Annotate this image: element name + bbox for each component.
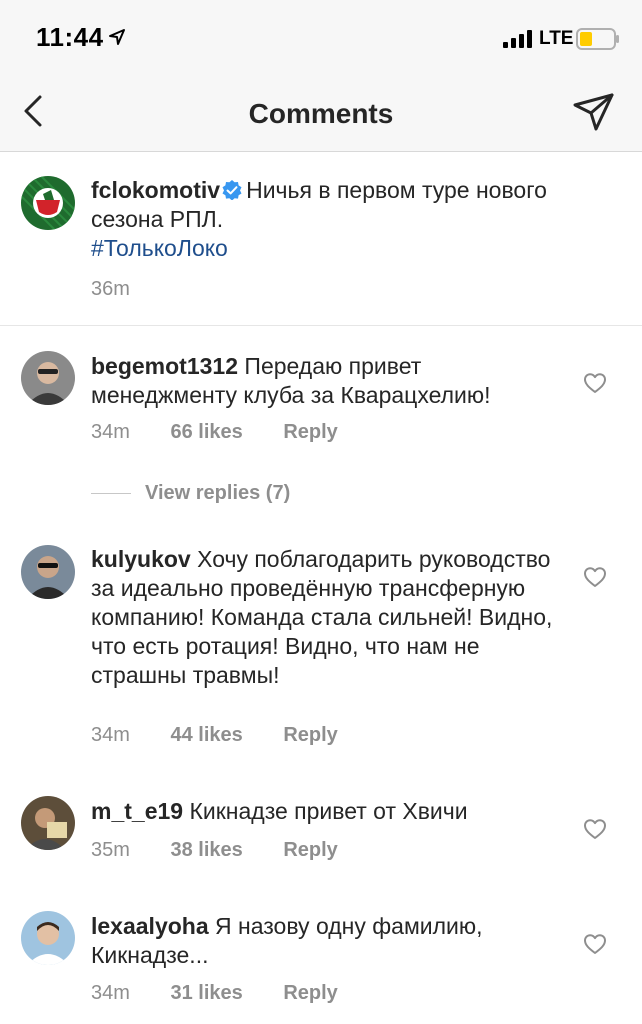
reply-button[interactable]: Reply bbox=[283, 839, 337, 861]
user-photo-icon bbox=[21, 545, 75, 599]
avatar-lexaalyoha[interactable] bbox=[21, 911, 75, 965]
heart-outline-icon[interactable] bbox=[583, 818, 607, 840]
comment-likes[interactable]: 38 likes bbox=[170, 839, 242, 861]
heart-outline-icon[interactable] bbox=[583, 372, 607, 394]
reply-button[interactable]: Reply bbox=[283, 421, 337, 443]
comment-timestamp: 34m bbox=[91, 724, 130, 746]
nav-bar: Comments bbox=[0, 80, 642, 152]
avatar-kulyukov[interactable] bbox=[21, 545, 75, 599]
comment-timestamp: 34m bbox=[91, 421, 130, 443]
comments-screen: 11:44 LTE Comments fclokomotiv Ничья в п… bbox=[0, 0, 642, 1024]
avatar-begemot1312[interactable] bbox=[21, 351, 75, 405]
comment-likes[interactable]: 31 likes bbox=[170, 982, 242, 1004]
user-photo-icon bbox=[21, 911, 75, 965]
heart-outline-icon[interactable] bbox=[583, 566, 607, 588]
comment-text-block: begemot1312 Передаю привет менеджменту к… bbox=[91, 352, 571, 410]
comment-username[interactable]: begemot1312 bbox=[91, 353, 238, 379]
post-caption: fclokomotiv Ничья в первом туре нового с… bbox=[0, 152, 642, 326]
verified-badge-icon bbox=[222, 180, 242, 200]
comment-timestamp: 34m bbox=[91, 982, 130, 1004]
comment-text-block: lexaalyoha Я назову одну фамилию, Кикнад… bbox=[91, 912, 571, 970]
caption-timestamp: 36m bbox=[91, 278, 130, 300]
user-photo-icon bbox=[21, 351, 75, 405]
comment-likes[interactable]: 66 likes bbox=[170, 421, 242, 443]
caption-meta: 36m bbox=[91, 278, 165, 301]
avatar-fclokomotiv[interactable] bbox=[21, 176, 75, 230]
status-bar: 11:44 LTE bbox=[0, 0, 642, 80]
comment-meta: 34m 66 likes Reply bbox=[91, 421, 373, 444]
paper-plane-icon[interactable] bbox=[572, 92, 616, 132]
lokomotiv-logo-icon bbox=[21, 176, 75, 230]
user-photo-icon bbox=[21, 796, 75, 850]
cellular-signal-icon bbox=[503, 30, 532, 48]
comment-username[interactable]: lexaalyoha bbox=[91, 913, 209, 939]
comment-meta: 35m 38 likes Reply bbox=[91, 839, 373, 862]
view-replies-label: View replies (7) bbox=[145, 482, 291, 504]
location-arrow-icon bbox=[109, 29, 125, 45]
comment-meta: 34m 44 likes Reply bbox=[91, 724, 373, 747]
status-time: 11:44 bbox=[36, 22, 104, 52]
comment-username[interactable]: m_t_e19 bbox=[91, 798, 183, 824]
replies-divider bbox=[91, 493, 131, 495]
comment-meta: 34m 31 likes Reply bbox=[91, 982, 373, 1005]
heart-outline-icon[interactable] bbox=[583, 933, 607, 955]
page-title: Comments bbox=[248, 98, 394, 129]
reply-button[interactable]: Reply bbox=[283, 982, 337, 1004]
comment-text-block: kulyukov Хочу поблагодарить руководство … bbox=[91, 545, 571, 690]
caption-text-block: fclokomotiv Ничья в первом туре нового с… bbox=[91, 176, 571, 263]
caption-username[interactable]: fclokomotiv bbox=[91, 177, 220, 203]
comment-text: Кикнадзе привет от Хвичи bbox=[189, 798, 468, 824]
network-label: LTE bbox=[539, 28, 574, 49]
caption-hashtag[interactable]: #ТолькоЛоко bbox=[91, 235, 228, 261]
view-replies-button[interactable]: View replies (7) bbox=[91, 482, 290, 505]
reply-button[interactable]: Reply bbox=[283, 724, 337, 746]
comment-text-block: m_t_e19 Кикнадзе привет от Хвичи bbox=[91, 797, 571, 826]
avatar-m_t_e19[interactable] bbox=[21, 796, 75, 850]
comment-likes[interactable]: 44 likes bbox=[170, 724, 242, 746]
comment-timestamp: 35m bbox=[91, 839, 130, 861]
comment-username[interactable]: kulyukov bbox=[91, 546, 191, 572]
battery-low-icon bbox=[576, 28, 619, 50]
